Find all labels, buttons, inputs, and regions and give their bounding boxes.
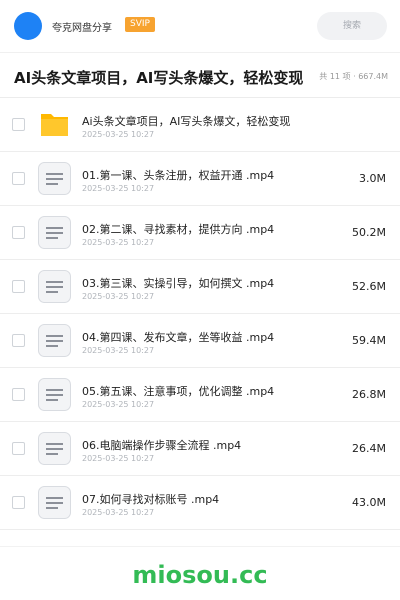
- share-title-bar: AI头条文章项目，AI写头条爆文，轻松变现 共 11 项 · 667.4M: [0, 52, 400, 98]
- file-size: 26.8M: [352, 388, 386, 401]
- file-list: Ai头条文章项目，AI写头条爆文，轻松变现 2025-03-25 10:27 01.…: [0, 98, 400, 530]
- folder-icon: [38, 108, 71, 141]
- svip-badge[interactable]: SVIP: [125, 17, 155, 32]
- file-date: 2025-03-25 10:27: [82, 508, 155, 517]
- page-title: AI头条文章项目，AI写头条爆文，轻松变现: [14, 69, 304, 87]
- file-icon: [38, 324, 71, 357]
- select-checkbox[interactable]: [12, 388, 25, 401]
- select-checkbox[interactable]: [12, 442, 25, 455]
- list-item[interactable]: Ai头条文章项目，AI写头条爆文，轻松变现 2025-03-25 10:27: [0, 98, 400, 152]
- list-item[interactable]: 02.第二课、寻找素材，提供方向 .mp4 2025-03-25 10:27 50.…: [0, 206, 400, 260]
- file-date: 2025-03-25 10:27: [82, 130, 155, 139]
- list-item[interactable]: 07.如何寻找对标账号 .mp4 2025-03-25 10:27 43.0M: [0, 476, 400, 530]
- file-icon: [38, 270, 71, 303]
- file-size: 43.0M: [352, 496, 386, 509]
- file-name[interactable]: 07.如何寻找对标账号 .mp4: [82, 491, 219, 507]
- file-icon: [38, 378, 71, 411]
- file-name[interactable]: 04.第四课、发布文章，坐等收益 .mp4: [82, 329, 274, 345]
- file-name[interactable]: Ai头条文章项目，AI写头条爆文，轻松变现: [82, 113, 290, 129]
- select-checkbox[interactable]: [12, 334, 25, 347]
- file-icon: [38, 162, 71, 195]
- list-item[interactable]: 06.电脑端操作步骤全流程 .mp4 2025-03-25 10:27 26.4M: [0, 422, 400, 476]
- file-name[interactable]: 01.第一课、头条注册，权益开通 .mp4: [82, 167, 274, 183]
- app-header: 夸克网盘分享 SVIP 搜索: [0, 0, 400, 52]
- file-size: 50.2M: [352, 226, 386, 239]
- file-size: 3.0M: [359, 172, 386, 185]
- file-icon: [38, 432, 71, 465]
- file-size: 59.4M: [352, 334, 386, 347]
- file-name[interactable]: 02.第二课、寻找素材，提供方向 .mp4: [82, 221, 274, 237]
- select-checkbox[interactable]: [12, 496, 25, 509]
- select-checkbox[interactable]: [12, 226, 25, 239]
- list-item[interactable]: 05.第五课、注意事项，优化调整 .mp4 2025-03-25 10:27 26.…: [0, 368, 400, 422]
- file-date: 2025-03-25 10:27: [82, 346, 155, 355]
- file-date: 2025-03-25 10:27: [82, 400, 155, 409]
- file-icon: [38, 216, 71, 249]
- file-size: 26.4M: [352, 442, 386, 455]
- list-item[interactable]: 03.第三课、实操引导，如何撰文 .mp4 2025-03-25 10:27 52.…: [0, 260, 400, 314]
- file-date: 2025-03-25 10:27: [82, 292, 155, 301]
- footer: miosou.cc: [0, 546, 400, 600]
- avatar[interactable]: [14, 12, 42, 40]
- select-checkbox[interactable]: [12, 280, 25, 293]
- brand-name: 夸克网盘分享: [52, 23, 112, 34]
- file-size: 52.6M: [352, 280, 386, 293]
- file-date: 2025-03-25 10:27: [82, 238, 155, 247]
- select-checkbox[interactable]: [12, 118, 25, 131]
- file-icon: [38, 486, 71, 519]
- list-item[interactable]: 04.第四课、发布文章，坐等收益 .mp4 2025-03-25 10:27 59.…: [0, 314, 400, 368]
- item-count-summary: 共 11 项 · 667.4M: [319, 72, 388, 81]
- watermark-text: miosou.cc: [132, 561, 268, 589]
- file-name[interactable]: 06.电脑端操作步骤全流程 .mp4: [82, 437, 241, 453]
- select-checkbox[interactable]: [12, 172, 25, 185]
- file-date: 2025-03-25 10:27: [82, 184, 155, 193]
- file-date: 2025-03-25 10:27: [82, 454, 155, 463]
- list-item[interactable]: 01.第一课、头条注册，权益开通 .mp4 2025-03-25 10:27 3.0…: [0, 152, 400, 206]
- file-name[interactable]: 05.第五课、注意事项，优化调整 .mp4: [82, 383, 274, 399]
- file-name[interactable]: 03.第三课、实操引导，如何撰文 .mp4: [82, 275, 274, 291]
- search-input[interactable]: 搜索: [317, 12, 387, 40]
